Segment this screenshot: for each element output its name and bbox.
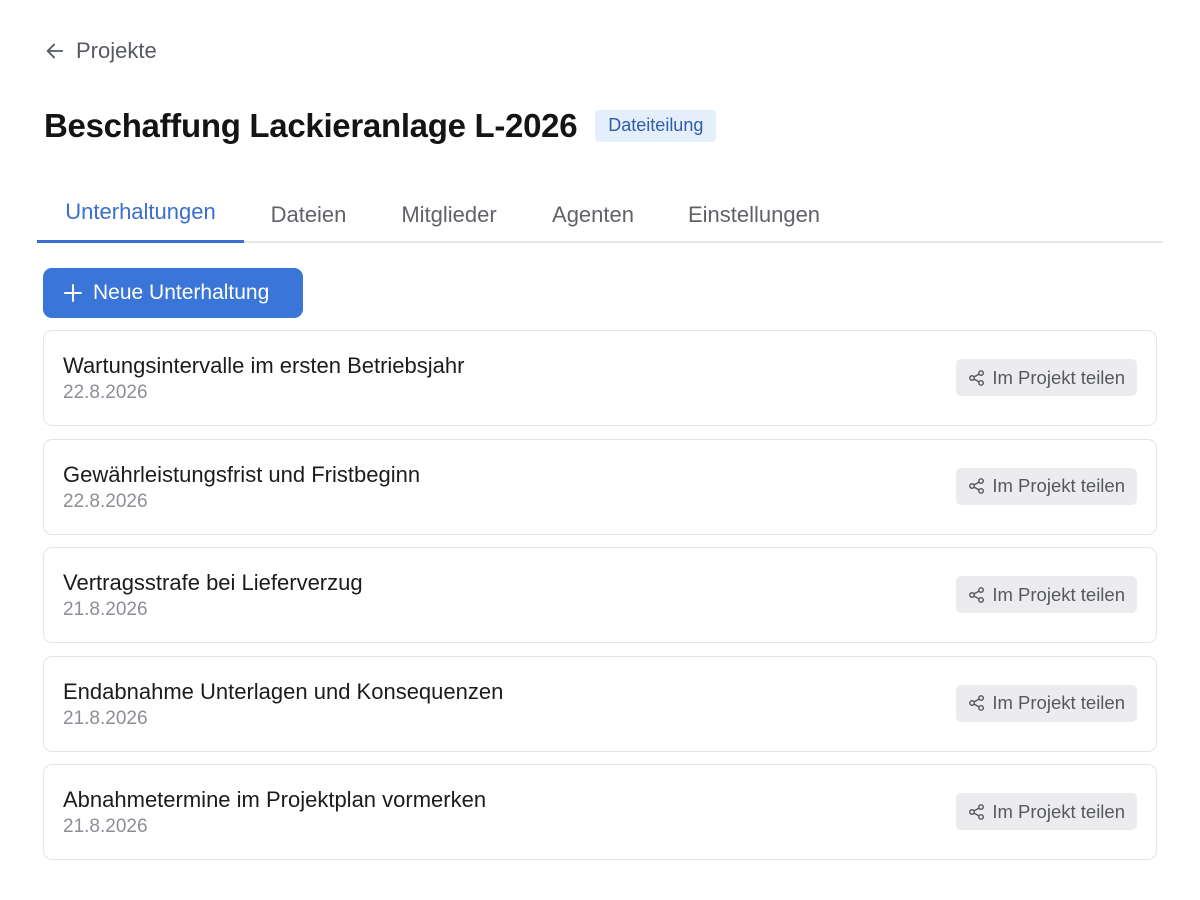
conversation-item[interactable]: Abnahmetermine im Projektplan vormerken … bbox=[43, 764, 1157, 860]
tab-settings[interactable]: Einstellungen bbox=[661, 189, 847, 241]
share-label: Im Projekt teilen bbox=[992, 366, 1125, 388]
conversation-item[interactable]: Vertragsstrafe bei Lieferverzug 21.8.202… bbox=[43, 547, 1157, 643]
tab-agents[interactable]: Agenten bbox=[525, 189, 661, 241]
tab-files[interactable]: Dateien bbox=[244, 189, 373, 241]
tab-members[interactable]: Mitglieder bbox=[373, 189, 525, 241]
share-icon bbox=[968, 803, 986, 821]
conversation-list: Wartungsintervalle im ersten Betriebsjah… bbox=[43, 330, 1157, 873]
back-to-projects-link[interactable]: Projekte bbox=[44, 36, 157, 66]
conversation-date: 22.8.2026 bbox=[63, 490, 148, 512]
tab-conversations[interactable]: Unterhaltungen bbox=[37, 189, 244, 243]
arrow-left-icon bbox=[44, 40, 66, 62]
share-label: Im Projekt teilen bbox=[992, 583, 1125, 605]
conversation-date: 22.8.2026 bbox=[63, 382, 148, 403]
share-in-project-button[interactable]: Im Projekt teilen bbox=[956, 576, 1137, 613]
conversation-item[interactable]: Wartungsintervalle im ersten Betriebsjah… bbox=[43, 330, 1157, 426]
new-conversation-button[interactable]: Neue Unterhaltung bbox=[43, 268, 303, 318]
share-icon bbox=[968, 694, 986, 712]
title-row: Beschaffung Lackieranlage L-2026 Dateite… bbox=[44, 104, 717, 148]
conversation-title: Wartungsintervalle im ersten Betriebsjah… bbox=[63, 353, 465, 378]
conversation-date: 21.8.2026 bbox=[63, 707, 148, 729]
tab-label: Unterhaltungen bbox=[65, 199, 216, 224]
conversation-title: Gewährleistungsfrist und Fristbeginn bbox=[63, 461, 421, 487]
conversation-item[interactable]: Endabnahme Unterlagen und Konsequenzen 2… bbox=[43, 655, 1157, 752]
share-label: Im Projekt teilen bbox=[992, 692, 1125, 713]
conversation-title: Abnahmetermine im Projektplan vormerken bbox=[63, 787, 487, 812]
tab-label: Einstellungen bbox=[687, 202, 821, 227]
share-in-project-button[interactable]: Im Projekt teilen bbox=[956, 467, 1137, 505]
tab-label: Mitglieder bbox=[401, 202, 497, 227]
conversation-title: Vertragsstrafe bei Lieferverzug bbox=[63, 570, 363, 595]
share-icon bbox=[968, 586, 986, 604]
share-label: Im Projekt teilen bbox=[992, 475, 1125, 496]
plus-icon bbox=[63, 283, 83, 303]
project-page: Projekte Beschaffung Lackieranlage L-202… bbox=[0, 0, 1200, 900]
page-title: Beschaffung Lackieranlage L-2026 bbox=[44, 107, 578, 144]
share-in-project-button[interactable]: Im Projekt teilen bbox=[956, 359, 1137, 396]
share-icon bbox=[968, 477, 986, 495]
share-label: Im Projekt teilen bbox=[992, 800, 1125, 822]
file-sharing-badge: Dateiteilung bbox=[595, 110, 717, 142]
share-in-project-button[interactable]: Im Projekt teilen bbox=[956, 793, 1137, 830]
tab-bar: Unterhaltungen Dateien Mitglieder Agente… bbox=[37, 189, 1163, 243]
conversation-date: 21.8.2026 bbox=[63, 599, 148, 620]
share-icon bbox=[968, 369, 986, 387]
new-conversation-label: Neue Unterhaltung bbox=[93, 281, 270, 304]
conversation-date: 21.8.2026 bbox=[63, 816, 148, 837]
conversation-item[interactable]: Gewährleistungsfrist und Fristbeginn 22.… bbox=[43, 438, 1157, 535]
share-in-project-button[interactable]: Im Projekt teilen bbox=[956, 684, 1137, 722]
tab-label: Dateien bbox=[270, 202, 347, 227]
back-link-label: Projekte bbox=[76, 38, 157, 63]
tab-label: Agenten bbox=[552, 202, 634, 227]
conversation-title: Endabnahme Unterlagen und Konsequenzen bbox=[63, 678, 504, 704]
